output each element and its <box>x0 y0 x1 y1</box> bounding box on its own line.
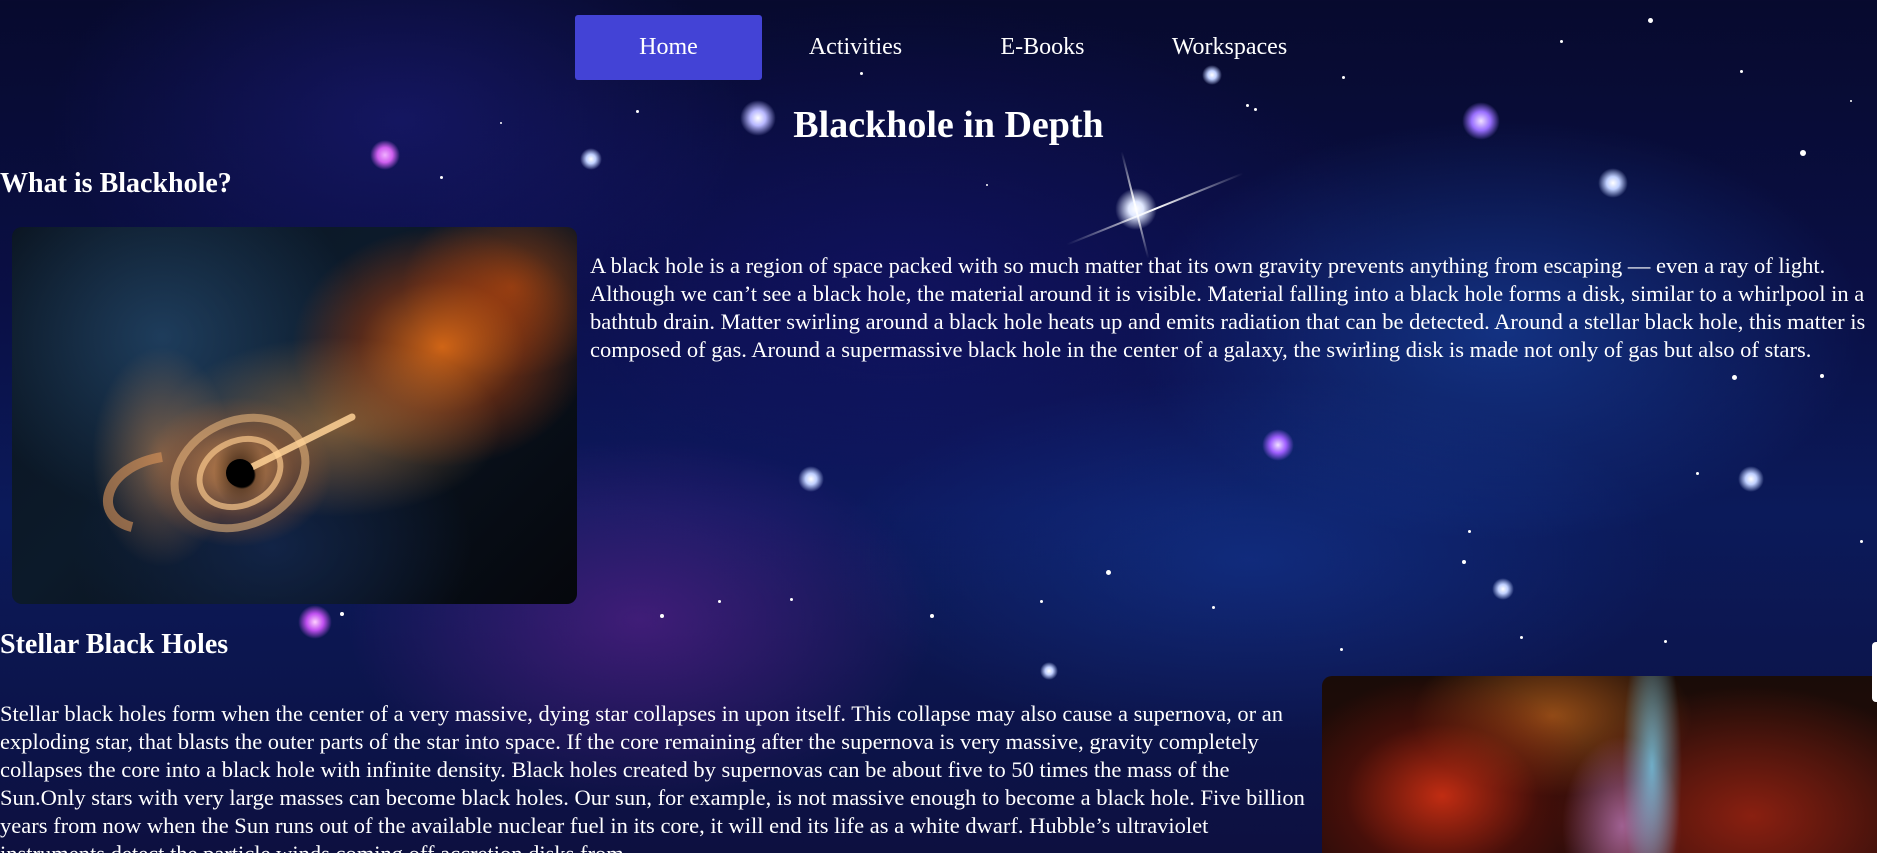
nav-home[interactable]: Home <box>575 15 762 80</box>
side-scroll-tab[interactable] <box>1872 642 1877 702</box>
section-heading-what-is-blackhole: What is Blackhole? <box>0 168 232 199</box>
section-text-stellar-black-holes: Stellar black holes form when the center… <box>0 701 1305 853</box>
nav-ebooks[interactable]: E-Books <box>949 15 1136 80</box>
stellar-black-hole-image <box>1322 676 1877 853</box>
section-text-what-is-blackhole: A black hole is a region of space packed… <box>590 253 1866 362</box>
nav-activities[interactable]: Activities <box>762 15 949 80</box>
main-navigation: Home Activities E-Books Workspaces <box>575 15 1323 80</box>
blackhole-image <box>12 227 577 604</box>
page-title: Blackhole in Depth <box>793 104 1104 146</box>
section-heading-stellar-black-holes: Stellar Black Holes <box>0 629 229 660</box>
blackhole-illustration <box>103 413 356 533</box>
nav-workspaces[interactable]: Workspaces <box>1136 15 1323 80</box>
